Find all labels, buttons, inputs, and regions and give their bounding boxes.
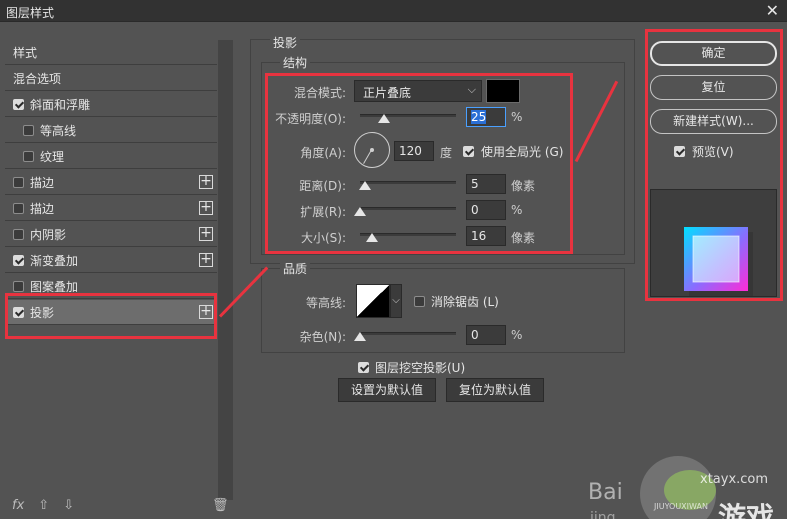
- style-item-checkbox[interactable]: [13, 254, 24, 266]
- noise-unit: %: [511, 328, 523, 342]
- style-list-item[interactable]: 描边 +: [5, 170, 217, 195]
- style-list: 样式 混合选项 斜面和浮雕 等高线 纹理 描边 + 描边 + 内阴影 + 渐变叠加 + 图案叠加 投影 +: [5, 40, 217, 518]
- style-item-checkbox[interactable]: [13, 98, 24, 110]
- style-item-label: 描边: [30, 201, 55, 216]
- anti-alias-label: 消除锯齿 (L): [431, 295, 499, 309]
- style-list-scrollbar[interactable]: [218, 40, 233, 500]
- add-effect-icon[interactable]: +: [199, 252, 213, 267]
- style-list-item[interactable]: 样式: [5, 40, 217, 65]
- style-item-checkbox[interactable]: [13, 176, 24, 188]
- noise-input[interactable]: 0: [466, 325, 506, 345]
- add-effect-icon[interactable]: +: [199, 174, 213, 189]
- structure-title: 结构: [280, 54, 311, 71]
- style-list-item[interactable]: 描边 +: [5, 196, 217, 221]
- style-item-label: 混合选项: [13, 71, 62, 86]
- title-bar: 图层样式 ✕: [0, 0, 787, 22]
- watermark-line1: Bai: [588, 480, 623, 505]
- style-item-label: 样式: [13, 45, 38, 60]
- style-item-checkbox[interactable]: [13, 228, 24, 240]
- style-item-checkbox[interactable]: [23, 150, 34, 162]
- watermark-site: xtayx.com: [700, 472, 769, 487]
- style-item-label: 内阴影: [30, 227, 67, 242]
- watermark-line2: jing: [590, 510, 616, 519]
- annotation-box-structure: [265, 73, 573, 254]
- style-list-tools: fx ⇧ ⇩: [12, 498, 74, 513]
- dialog-title: 图层样式: [6, 6, 55, 20]
- annotation-box-drop-shadow-item: [5, 293, 217, 339]
- style-list-item[interactable]: 内阴影 +: [5, 222, 217, 247]
- close-icon[interactable]: ✕: [766, 1, 779, 20]
- style-list-item[interactable]: 等高线: [5, 118, 217, 143]
- trash-icon[interactable]: 🗑: [212, 498, 229, 513]
- style-item-checkbox[interactable]: [13, 202, 24, 214]
- contour-preview[interactable]: [356, 284, 390, 318]
- noise-slider[interactable]: [360, 332, 456, 335]
- dialog-body: 样式 混合选项 斜面和浮雕 等高线 纹理 描边 + 描边 + 内阴影 + 渐变叠加 + 图案叠加 投影 + f…: [0, 22, 787, 519]
- watermark: Bai jing xtayx.com 游戏 JIUYOUXIWAN: [588, 442, 787, 519]
- set-default-button[interactable]: 设置为默认值: [338, 378, 436, 402]
- style-list-item[interactable]: 混合选项: [5, 66, 217, 91]
- layer-knockout-label: 图层挖空投影(U): [375, 361, 466, 375]
- layer-knockout-checkbox[interactable]: [358, 362, 369, 373]
- quality-title: 品质: [280, 260, 311, 277]
- contour-dropdown-icon[interactable]: ⌵: [390, 284, 402, 318]
- style-list-item[interactable]: 纹理: [5, 144, 217, 169]
- noise-slider-knob[interactable]: [354, 332, 366, 341]
- style-item-label: 图案叠加: [30, 279, 79, 294]
- anti-alias-checkbox[interactable]: [414, 296, 425, 307]
- watermark-pinyin: JIUYOUXIWAN: [654, 502, 708, 511]
- style-item-checkbox[interactable]: [23, 124, 34, 136]
- style-item-checkbox[interactable]: [13, 280, 24, 292]
- annotation-box-ok-button: [645, 29, 783, 301]
- drop-shadow-title: 投影: [270, 34, 301, 51]
- move-up-icon[interactable]: ⇧: [38, 498, 49, 513]
- fx-icon[interactable]: fx: [12, 498, 24, 513]
- add-effect-icon[interactable]: +: [199, 226, 213, 241]
- noise-label: 杂色(N):: [299, 330, 346, 344]
- add-effect-icon[interactable]: +: [199, 200, 213, 215]
- style-item-label: 描边: [30, 175, 55, 190]
- style-list-item[interactable]: 渐变叠加 +: [5, 248, 217, 273]
- watermark-brand: 游戏: [718, 501, 775, 519]
- move-down-icon[interactable]: ⇩: [63, 498, 74, 513]
- noise-value: 0: [471, 328, 479, 342]
- style-item-label: 渐变叠加: [30, 253, 79, 268]
- style-item-label: 纹理: [40, 149, 65, 164]
- style-item-label: 斜面和浮雕: [30, 97, 91, 112]
- reset-default-button[interactable]: 复位为默认值: [446, 378, 544, 402]
- contour-label: 等高线:: [305, 296, 346, 310]
- style-list-item[interactable]: 斜面和浮雕: [5, 92, 217, 117]
- style-item-label: 等高线: [40, 123, 77, 138]
